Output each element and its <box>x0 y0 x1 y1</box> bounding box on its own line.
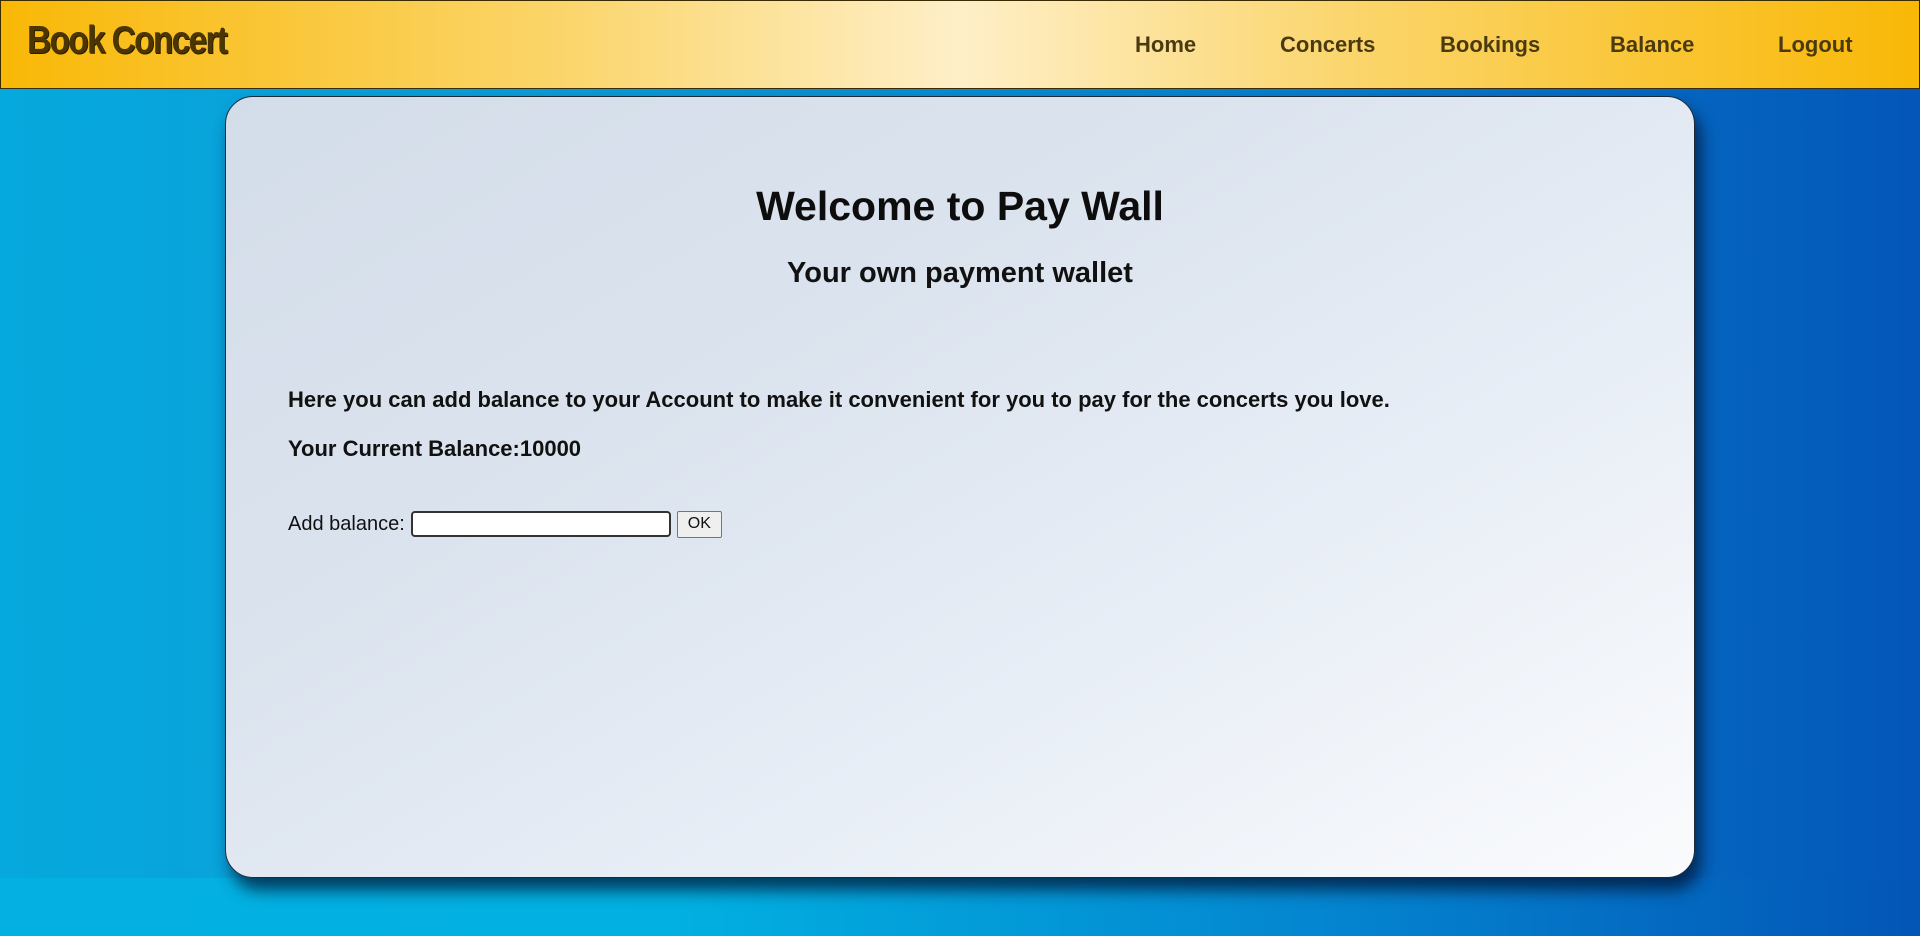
page-title: Welcome to Pay Wall <box>756 183 1164 229</box>
wallet-card: Welcome to Pay Wall Your own payment wal… <box>225 96 1695 878</box>
current-balance: Your Current Balance:10000 <box>288 436 582 461</box>
nav-link-logout[interactable]: Logout <box>1778 32 1853 58</box>
top-navbar: Book Concert Home Concerts Bookings Bala… <box>0 0 1920 89</box>
nav-link-bookings[interactable]: Bookings <box>1440 32 1540 58</box>
nav-link-balance[interactable]: Balance <box>1610 32 1694 58</box>
nav-link-home[interactable]: Home <box>1135 32 1196 58</box>
ok-button[interactable]: OK <box>676 510 722 538</box>
nav-link-concerts[interactable]: Concerts <box>1280 32 1375 58</box>
brand-logo[interactable]: Book Concert <box>27 19 228 63</box>
page-footer-strip <box>0 878 1920 936</box>
page-subtitle: Your own payment wallet <box>787 257 1133 289</box>
wallet-description: Here you can add balance to your Account… <box>288 387 1390 412</box>
add-balance-input[interactable] <box>410 511 671 537</box>
add-balance-label: Add balance: <box>288 512 405 535</box>
add-balance-form: Add balance: OK <box>288 509 722 539</box>
